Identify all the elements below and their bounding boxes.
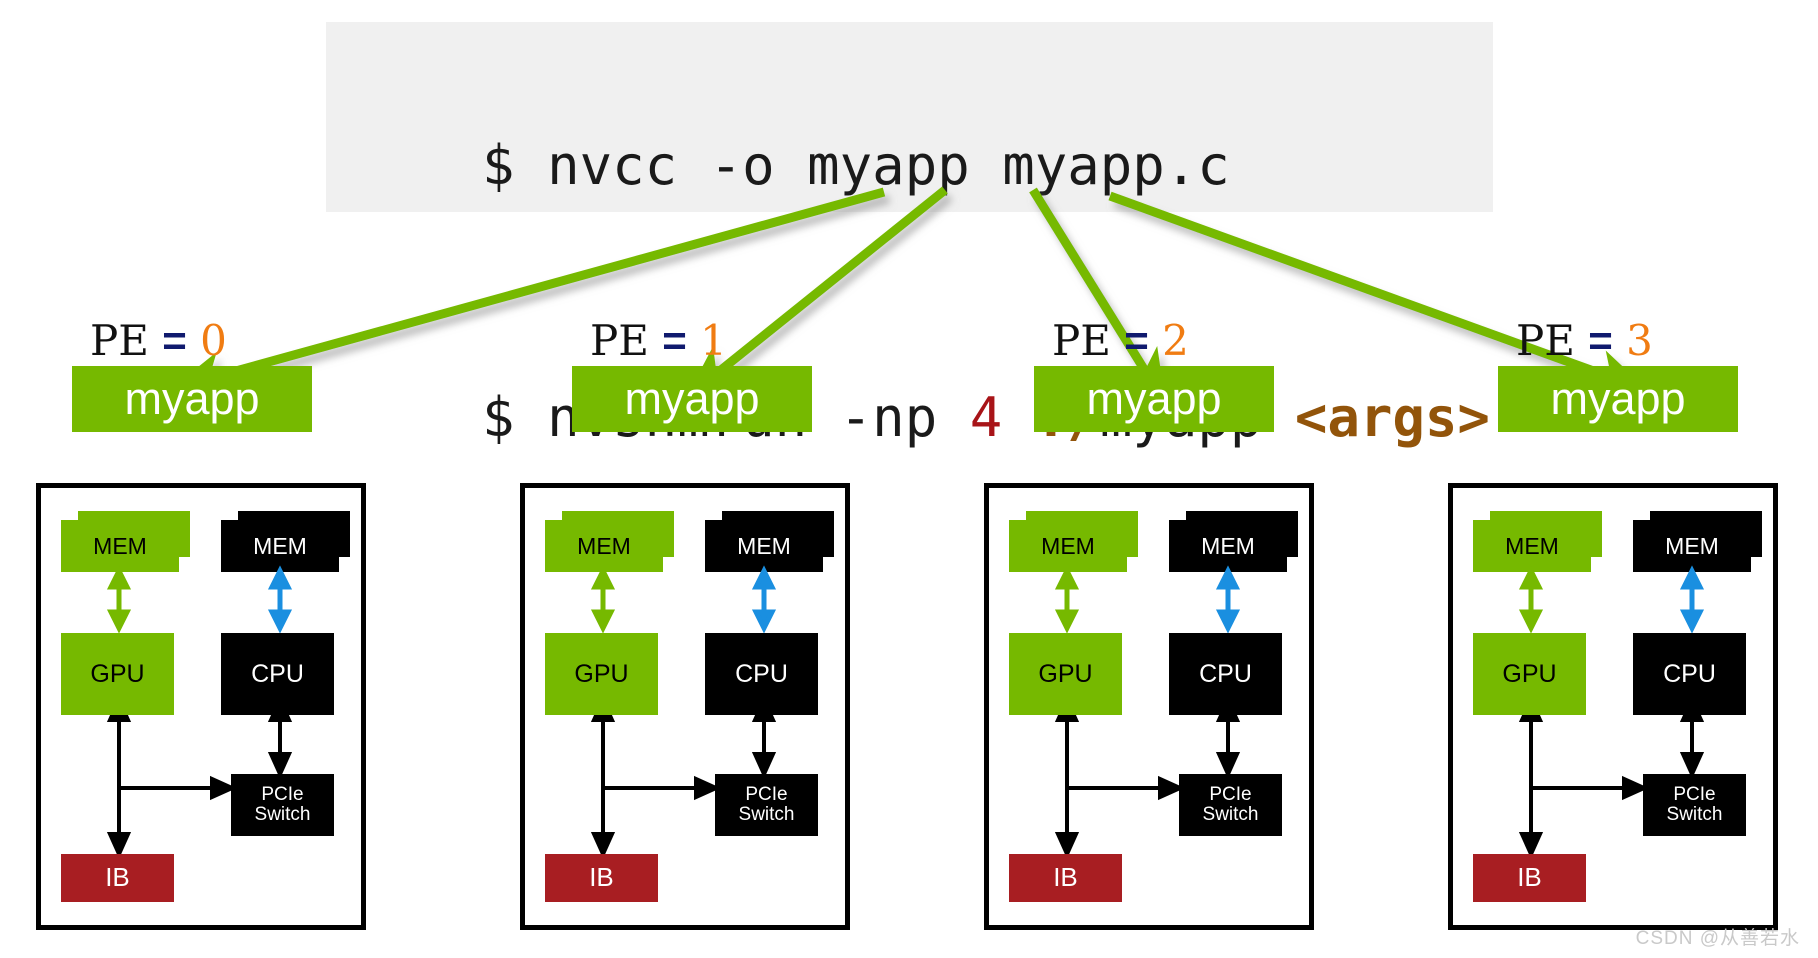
ib-label-2: IB: [1053, 862, 1078, 893]
gpu-box-3: GPU: [1473, 633, 1586, 715]
gpu-label-0: GPU: [90, 659, 145, 688]
myapp-process-box-2: myapp: [1034, 366, 1274, 432]
pe-label-0: PE = 0: [66, 318, 318, 366]
cpu-box-0: CPU: [221, 633, 334, 715]
pe-rank-1: 1: [700, 316, 727, 365]
pcie-label-line1-2: PCIe: [1209, 784, 1252, 806]
command-text-1: nvcc -o myapp myapp.c: [547, 134, 1230, 197]
pcie-switch-box-0: PCIe Switch: [231, 774, 334, 836]
pcie-label-line1-1: PCIe: [745, 784, 788, 806]
pe-equals-3: =: [1588, 317, 1613, 364]
pcie-label-line2-0: Switch: [254, 804, 311, 825]
gpu-label-1: GPU: [574, 659, 629, 688]
myapp-process-box-0: myapp: [72, 366, 312, 432]
cpu-box-1: CPU: [705, 633, 818, 715]
command-args-placeholder: <args>: [1294, 386, 1490, 449]
myapp-process-box-1: myapp: [572, 366, 812, 432]
pe-word-0: PE: [90, 316, 149, 365]
cpu-label-2: CPU: [1199, 659, 1252, 688]
gpu-box-2: GPU: [1009, 633, 1122, 715]
node-diagram-3: MEM MEM GPU CPU PCIe Switch IB: [1448, 483, 1778, 930]
pcie-switch-box-1: PCIe Switch: [715, 774, 818, 836]
cpu-box-2: CPU: [1169, 633, 1282, 715]
pcie-label-line2-2: Switch: [1202, 804, 1259, 825]
pe-rank-0: 0: [200, 316, 227, 365]
pcie-label-line1-3: PCIe: [1673, 784, 1716, 806]
pe-equals-1: =: [662, 317, 687, 364]
ib-box-1: IB: [545, 854, 658, 902]
shell-prompt-1: $: [482, 134, 548, 197]
myapp-label-1: myapp: [624, 373, 760, 424]
pe-rank-2: 2: [1162, 316, 1189, 365]
command-line-1: $ nvcc -o myapp myapp.c: [352, 40, 1493, 292]
pe-equals-2: =: [1124, 317, 1149, 364]
pe-word-3: PE: [1516, 316, 1575, 365]
command-code-box: $ nvcc -o myapp myapp.c $ nvshmrun -np 4…: [326, 22, 1493, 449]
pcie-label-line1-0: PCIe: [261, 784, 304, 806]
pcie-switch-box-3: PCIe Switch: [1643, 774, 1746, 836]
pe-rank-3: 3: [1626, 316, 1653, 365]
ib-label-3: IB: [1517, 862, 1542, 893]
node-diagram-0: MEM MEM GPU CPU PCIe Switch IB: [36, 483, 366, 930]
pe-equals-0: =: [162, 317, 187, 364]
pe-label-3: PE = 3: [1492, 318, 1744, 366]
myapp-process-box-3: myapp: [1498, 366, 1738, 432]
cpu-label-1: CPU: [735, 659, 788, 688]
ib-label-0: IB: [105, 862, 130, 893]
ib-box-2: IB: [1009, 854, 1122, 902]
pe-column-0: PE = 0 myapp: [66, 318, 318, 432]
shell-prompt-2: $: [482, 386, 548, 449]
pe-word-1: PE: [590, 316, 649, 365]
ib-box-0: IB: [61, 854, 174, 902]
pe-column-1: PE = 1 myapp: [566, 318, 818, 432]
pcie-switch-box-2: PCIe Switch: [1179, 774, 1282, 836]
pe-column-2: PE = 2 myapp: [1028, 318, 1280, 432]
pcie-label-line2-3: Switch: [1666, 804, 1723, 825]
pcie-label-line2-1: Switch: [738, 804, 795, 825]
pe-word-2: PE: [1052, 316, 1111, 365]
cpu-label-3: CPU: [1663, 659, 1716, 688]
myapp-label-2: myapp: [1086, 373, 1222, 424]
node-diagram-1: MEM MEM GPU CPU PCIe Switch IB: [520, 483, 850, 930]
pe-column-3: PE = 3 myapp: [1492, 318, 1744, 432]
pe-label-1: PE = 1: [566, 318, 818, 366]
gpu-label-3: GPU: [1502, 659, 1557, 688]
myapp-label-0: myapp: [124, 373, 260, 424]
ib-box-3: IB: [1473, 854, 1586, 902]
node-diagram-2: MEM MEM GPU CPU PCIe Switch IB: [984, 483, 1314, 930]
gpu-label-2: GPU: [1038, 659, 1093, 688]
gpu-box-1: GPU: [545, 633, 658, 715]
ib-label-1: IB: [589, 862, 614, 893]
cpu-box-3: CPU: [1633, 633, 1746, 715]
pe-label-2: PE = 2: [1028, 318, 1280, 366]
csdn-watermark: CSDN @从善若水: [1635, 928, 1800, 949]
command-np-value: 4: [969, 386, 1003, 449]
cpu-label-0: CPU: [251, 659, 304, 688]
myapp-label-3: myapp: [1550, 373, 1686, 424]
gpu-box-0: GPU: [61, 633, 174, 715]
